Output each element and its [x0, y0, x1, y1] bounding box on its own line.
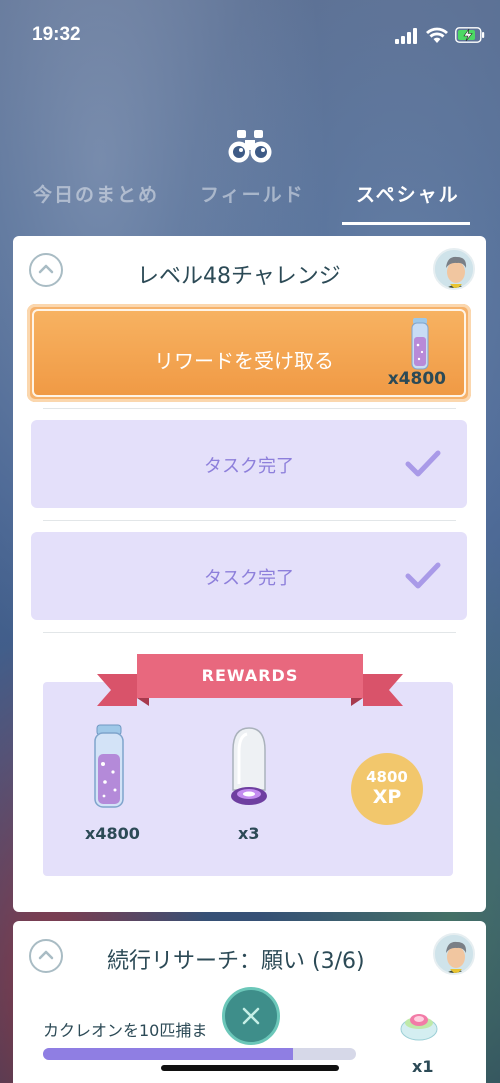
rewards-banner-text: REWARDS — [201, 666, 299, 685]
checkmark-icon — [405, 562, 441, 589]
research-title: 続行リサーチ：願い (3/6) — [107, 949, 365, 974]
collapse-button[interactable] — [29, 253, 63, 287]
level-challenge-card: レベル48チャレンジ リワードを受け取る x4800 タスク完了 タスク完了 R… — [13, 236, 486, 912]
status-bar: 19:32 — [0, 0, 500, 70]
xp-badge: 4800 XP — [351, 753, 423, 825]
task-complete-label: タスク完了 — [204, 568, 294, 589]
stardust-icon — [411, 318, 429, 370]
claim-reward-label: リワードを受け取る — [154, 349, 334, 373]
binoculars-icon — [228, 130, 272, 163]
divider — [43, 520, 456, 521]
xp-amount: 4800 — [366, 768, 408, 786]
checkmark-icon — [405, 450, 441, 477]
task-item: タスク完了 — [31, 532, 467, 620]
research-progress-bar — [43, 1048, 356, 1060]
research-progress-fill — [43, 1048, 294, 1060]
tab-special[interactable]: スペシャル — [356, 180, 460, 207]
stardust-icon — [94, 724, 124, 808]
chevron-up-icon — [38, 264, 54, 274]
reward-lure-count: x3 — [238, 824, 260, 843]
task-complete-label: タスク完了 — [204, 456, 294, 477]
reward-stardust — [91, 724, 127, 814]
cellular-signal-icon — [395, 28, 417, 44]
close-button[interactable] — [222, 987, 280, 1045]
tab-today-summary[interactable]: 今日のまとめ — [33, 180, 159, 207]
collapse-button[interactable] — [29, 939, 63, 973]
task-item: タスク完了 — [31, 420, 467, 508]
divider — [43, 632, 456, 633]
reward-stardust-count: x4800 — [85, 824, 140, 843]
active-tab-underline — [342, 222, 470, 225]
battery-charging-icon — [455, 27, 485, 43]
tab-bar: 今日のまとめ フィールド スペシャル — [0, 180, 500, 225]
research-task-label: カクレオンを10匹捕ま — [43, 1021, 208, 1040]
reward-lure — [227, 726, 271, 812]
wifi-icon — [426, 27, 448, 43]
claim-reward-button[interactable]: リワードを受け取る x4800 — [27, 304, 471, 402]
lure-module-icon — [231, 727, 267, 805]
tab-field[interactable]: フィールド — [200, 180, 305, 207]
professor-willow-icon — [435, 250, 473, 288]
status-time: 19:32 — [32, 24, 81, 45]
incense-icon — [400, 1014, 438, 1041]
claim-reward-count: x4800 — [387, 369, 446, 389]
avatar — [433, 248, 475, 290]
xp-label: XP — [372, 786, 402, 808]
challenge-title: レベル48チャレンジ — [137, 264, 341, 289]
divider — [43, 408, 456, 409]
close-icon — [242, 1007, 260, 1025]
research-reward-count: x1 — [412, 1057, 434, 1076]
avatar — [433, 933, 475, 975]
home-indicator[interactable] — [161, 1065, 339, 1071]
chevron-up-icon — [38, 950, 54, 960]
professor-willow-icon — [435, 935, 473, 973]
